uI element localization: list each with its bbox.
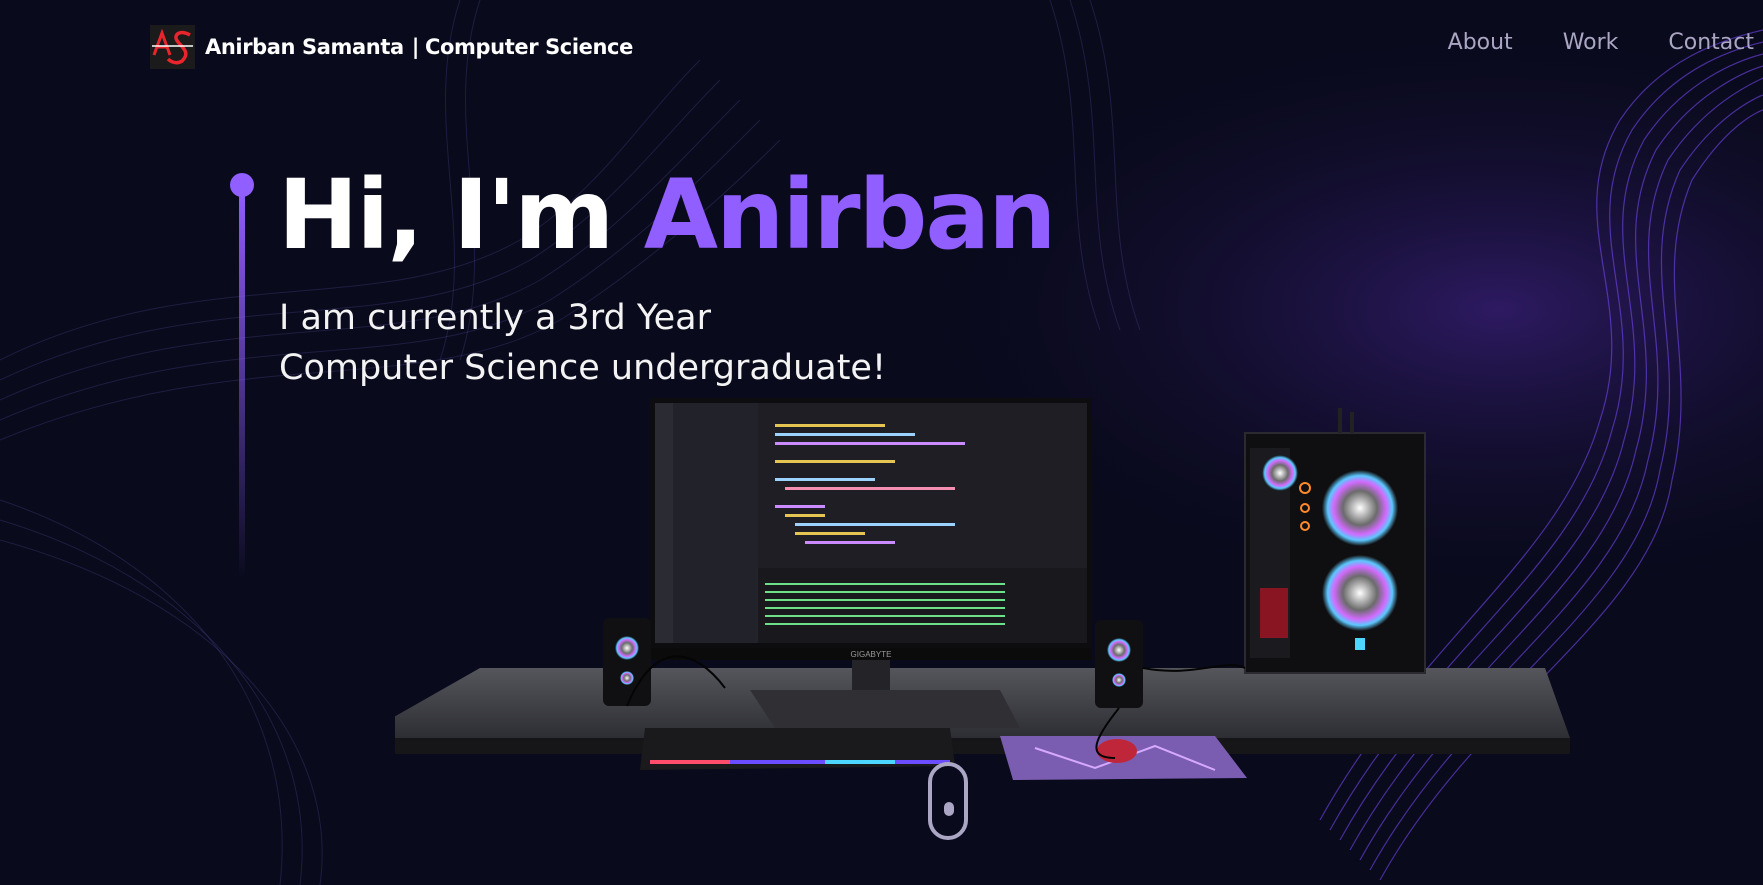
home-logo-link[interactable]: Anirban Samanta | Computer Science [150,25,633,69]
scroll-down-indicator[interactable] [928,762,968,840]
nav-about-link[interactable]: About [1448,30,1513,55]
monitor-base [750,690,1020,728]
logo-as-icon [150,25,195,69]
speaker-right [1095,620,1143,708]
brand-subtitle: Computer Science [425,35,633,59]
hero-subtitle-line2: Computer Science undergraduate! [279,348,886,388]
monitor-stand [852,660,890,690]
computer-mouse [1097,739,1137,763]
speaker-left [603,618,651,706]
logo-mark [150,25,195,69]
mouse-scroll-icon [944,802,954,816]
hero-subtitle: I am currently a 3rd Year Computer Scienc… [279,293,886,393]
top-nav: Anirban Samanta | Computer Science About W… [0,0,1763,95]
brand-name: Anirban Samanta [205,35,404,59]
brand-separator: | [411,35,420,59]
editor-explorer [673,403,758,643]
desk-front [395,738,1570,754]
hero-title: Hi, I'm Anirban [278,159,1057,271]
hero-accent-line [230,173,254,580]
brand-title: Anirban Samanta | Computer Science [205,35,633,59]
desk-setup-scene[interactable]: GIGABYTE [395,398,1575,843]
hero-subtitle-line1: I am currently a 3rd Year [279,298,711,338]
nav-links: About Work Contact [1448,30,1754,55]
nav-work-link[interactable]: Work [1563,30,1619,55]
monitor-brand: GIGABYTE [851,650,892,659]
hero-greeting: Hi, I'm [278,159,614,271]
editor-sidebar [655,403,673,643]
nav-contact-link[interactable]: Contact [1668,30,1754,55]
hero-name: Anirban [643,159,1057,271]
editor-terminal [758,568,1087,643]
